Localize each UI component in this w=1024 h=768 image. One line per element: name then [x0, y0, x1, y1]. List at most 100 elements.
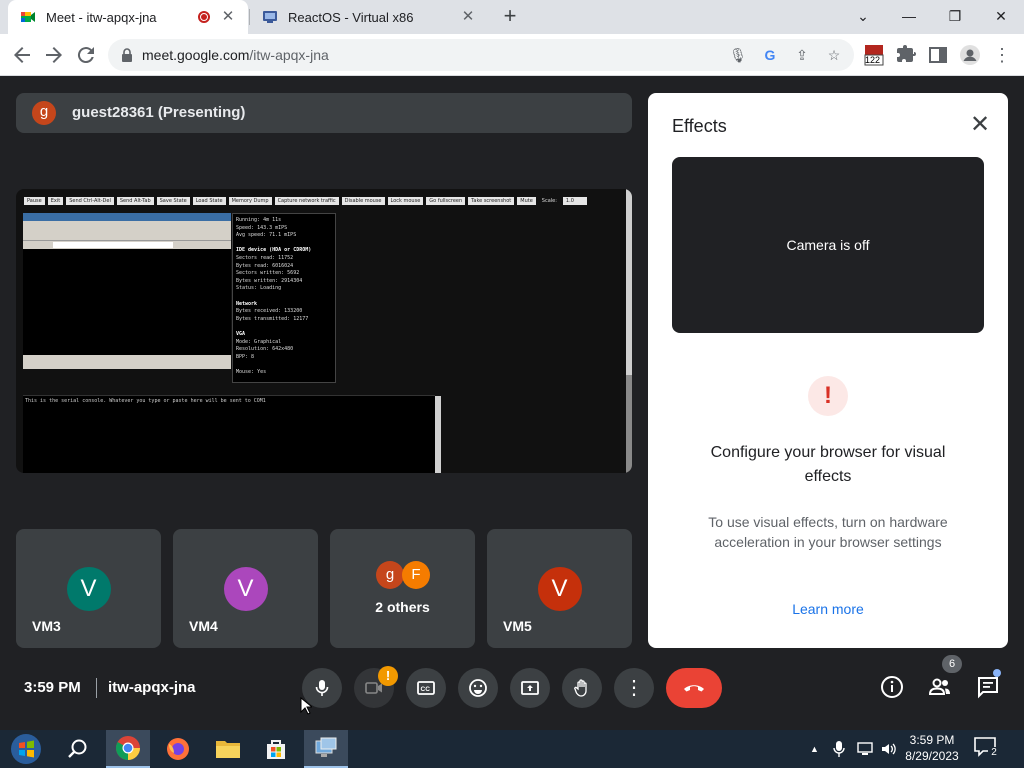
avatar: V [66, 567, 111, 611]
minimize-button[interactable]: — [897, 4, 921, 28]
people-button[interactable] [928, 675, 952, 699]
profile-button[interactable] [958, 43, 982, 67]
stats-line: Sectors written: 5692 [236, 270, 300, 277]
emulator-button: Send Alt-Tab [116, 197, 154, 205]
effects-heading: Configure your browser for visual effect… [710, 444, 946, 485]
more-options-button[interactable]: ⋮ [614, 668, 654, 708]
emulator-button: Save State [156, 197, 190, 205]
stats-line: Speed: 143.3 mIPS [236, 224, 288, 231]
chat-button[interactable] [976, 675, 1000, 699]
arrow-right-icon [46, 47, 62, 63]
effects-panel: Effects ✕ Camera is off ! Configure your… [648, 93, 1008, 648]
emulator-button: Go fullscreen [426, 197, 466, 205]
share-icon[interactable]: ⇪ [790, 43, 814, 67]
taskbar-firefox[interactable] [156, 730, 200, 768]
volume-icon[interactable] [880, 730, 898, 768]
leave-call-button[interactable] [666, 668, 722, 708]
stats-line: Status: Loading [236, 285, 282, 292]
menu-kebab-icon[interactable]: ⋮ [990, 43, 1014, 67]
tab-search-chevron-icon[interactable]: ⌄ [851, 4, 875, 28]
svg-text:CC: CC [421, 686, 431, 693]
extensions-puzzle-icon[interactable] [894, 43, 918, 67]
tab-strip: Meet - itw-apqx-jna ✕ ReactOS - Virtual … [0, 0, 1024, 34]
action-center-button[interactable]: 2 [974, 737, 1000, 761]
new-tab-button[interactable]: + [498, 5, 522, 29]
meeting-details-button[interactable] [880, 675, 904, 699]
restore-button[interactable]: ❐ [943, 4, 967, 28]
participant-name: VM4 [189, 618, 218, 634]
tray-microphone-icon[interactable] [832, 730, 846, 768]
participant-tile-vm4[interactable]: V VM4 [173, 529, 318, 648]
tab-reactos[interactable]: ReactOS - Virtual x86 ✕ [250, 0, 488, 34]
meeting-time: 3:59 PM [24, 679, 81, 696]
taskbar-chrome[interactable] [106, 730, 150, 768]
effects-description: To use visual effects, turn on hardware … [708, 514, 948, 550]
system-clock[interactable]: 3:59 PM 8/29/2023 [900, 732, 964, 764]
close-tab-icon[interactable]: ✕ [220, 9, 236, 25]
participant-name: VM5 [503, 618, 532, 634]
warning-icon: ! [808, 376, 848, 416]
present-button[interactable] [510, 668, 550, 708]
start-button[interactable] [4, 730, 48, 768]
google-lens-icon[interactable]: G [758, 43, 782, 67]
taskbar-store[interactable] [254, 730, 298, 768]
network-icon[interactable] [856, 730, 874, 768]
extension-calendar-button[interactable]: 122 [862, 43, 886, 67]
camera-warning-badge: ! [378, 666, 398, 686]
firefox-icon [167, 738, 189, 760]
emulator-button: Lock mouse [387, 197, 424, 205]
vm-display [23, 213, 231, 369]
stats-line: Resolution: 642x480 [236, 346, 294, 353]
emoji-icon [469, 679, 487, 697]
forward-button[interactable] [42, 43, 66, 67]
participant-tile-vm5[interactable]: V VM5 [487, 529, 632, 648]
emulator-button: Pause [24, 197, 45, 205]
stats-line [236, 240, 332, 248]
system-date: 8/29/2023 [905, 749, 959, 763]
stats-line: IDE device (HDA or CDROM) [236, 247, 312, 254]
shared-screen-scrollbar-track [626, 375, 632, 473]
presenter-avatar: g [32, 101, 56, 125]
scale-label: Scale: [541, 198, 557, 204]
bookmark-star-icon[interactable]: ☆ [822, 43, 846, 67]
camera-preview: Camera is off [672, 157, 984, 333]
vm-address-bar [23, 241, 231, 249]
reactions-button[interactable] [458, 668, 498, 708]
shared-screen[interactable]: Pause Exit Send Ctrl-Alt-Del Send Alt-Tab Sa… [16, 189, 632, 473]
stats-line: Bytes received: 133200 [236, 308, 303, 315]
search-button[interactable] [56, 730, 100, 768]
back-button[interactable] [10, 43, 34, 67]
reload-icon [77, 47, 94, 64]
raise-hand-button[interactable] [562, 668, 602, 708]
meet-stage: g guest28361 (Presenting) Pause Exit Send … [0, 77, 1024, 730]
learn-more-link[interactable]: Learn more [648, 601, 1008, 617]
show-hidden-icons-button[interactable]: ▲ [810, 730, 819, 768]
microphone-icon[interactable]: 🎙 [726, 43, 750, 67]
chat-icon [978, 677, 998, 699]
tab-meet[interactable]: Meet - itw-apqx-jna ✕ [8, 0, 248, 34]
close-tab-icon[interactable]: ✕ [460, 9, 476, 25]
taskbar-file-explorer[interactable] [206, 730, 250, 768]
close-window-button[interactable]: ✕ [989, 4, 1013, 28]
close-icon[interactable]: ✕ [968, 113, 992, 137]
participant-tile-others[interactable]: g F 2 others [330, 529, 475, 648]
avatar: F [402, 561, 430, 589]
stats-line: VGA [236, 330, 246, 337]
scale-input: 1.0 [562, 197, 587, 205]
stats-line: Bytes transmitted: 12177 [236, 315, 309, 322]
side-panel-button[interactable] [926, 43, 950, 67]
divider [96, 678, 97, 698]
address-bar[interactable]: meet.google.com/itw-apqx-jna 🎙 G ⇪ ☆ [108, 39, 854, 71]
chrome-icon [115, 736, 140, 761]
taskbar-remote-app[interactable] [304, 730, 348, 768]
participant-tile-vm3[interactable]: V VM3 [16, 529, 161, 648]
shared-screen-scrollbar [626, 189, 632, 375]
avatar: g [376, 561, 404, 589]
reload-button[interactable] [74, 43, 98, 67]
camera-status: Camera is off [786, 237, 870, 253]
side-panel-icon [929, 47, 947, 63]
avatar: V [537, 567, 582, 611]
stats-line: Bytes written: 2914304 [236, 277, 303, 284]
captions-button[interactable]: CC [406, 668, 446, 708]
virtual-machine-icon [263, 11, 277, 23]
